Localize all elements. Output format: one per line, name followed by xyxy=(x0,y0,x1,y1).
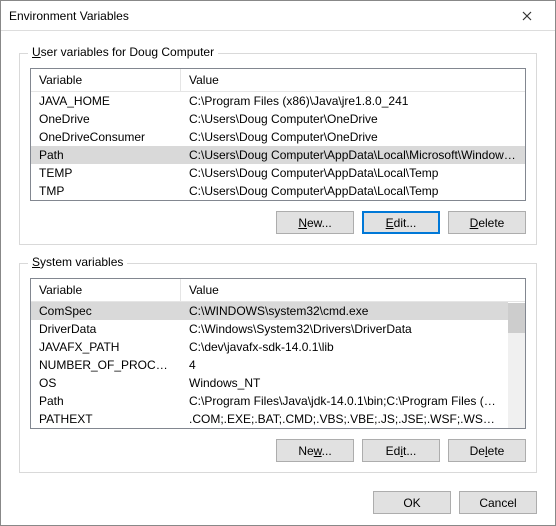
table-row[interactable]: OneDriveConsumerC:\Users\Doug Computer\O… xyxy=(31,128,525,146)
cell-variable: JAVAFX_PATH xyxy=(31,340,181,354)
user-new-button[interactable]: New... xyxy=(276,211,354,234)
cell-variable: DriverData xyxy=(31,322,181,336)
cell-value: C:\Windows\System32\Drivers\DriverData xyxy=(181,322,508,336)
table-row[interactable]: TMPC:\Users\Doug Computer\AppData\Local\… xyxy=(31,182,525,200)
scrollbar-thumb[interactable] xyxy=(508,303,525,333)
system-group-label: System variables xyxy=(28,255,127,269)
table-row[interactable]: OSWindows_NT xyxy=(31,374,508,392)
title-bar: Environment Variables xyxy=(1,1,555,31)
cell-value: C:\Users\Doug Computer\OneDrive xyxy=(181,112,525,126)
cell-value: C:\Users\Doug Computer\AppData\Local\Mic… xyxy=(181,148,525,162)
cell-value: C:\Program Files (x86)\Java\jre1.8.0_241 xyxy=(181,94,525,108)
cell-variable: OneDriveConsumer xyxy=(31,130,181,144)
table-row[interactable]: ComSpecC:\WINDOWS\system32\cmd.exe xyxy=(31,302,508,320)
column-variable[interactable]: Variable xyxy=(31,69,181,91)
cell-variable: JAVA_HOME xyxy=(31,94,181,108)
system-edit-button[interactable]: Edit... xyxy=(362,439,440,462)
cell-variable: NUMBER_OF_PROCESSORS xyxy=(31,358,181,372)
table-row[interactable]: PathC:\Users\Doug Computer\AppData\Local… xyxy=(31,146,525,164)
user-variables-list[interactable]: Variable Value JAVA_HOMEC:\Program Files… xyxy=(30,68,526,201)
cell-variable: TEMP xyxy=(31,166,181,180)
user-edit-button[interactable]: Edit... xyxy=(362,211,440,234)
system-variables-group: System variables Variable Value ComSpecC… xyxy=(19,263,537,473)
table-row[interactable]: OneDriveC:\Users\Doug Computer\OneDrive xyxy=(31,110,525,128)
user-delete-button[interactable]: Delete xyxy=(448,211,526,234)
column-value[interactable]: Value xyxy=(181,69,525,91)
table-row[interactable]: TEMPC:\Users\Doug Computer\AppData\Local… xyxy=(31,164,525,182)
cell-variable: PATHEXT xyxy=(31,412,181,426)
cell-variable: OS xyxy=(31,376,181,390)
cell-variable: Path xyxy=(31,148,181,162)
window-title: Environment Variables xyxy=(9,9,507,23)
cell-value: Windows_NT xyxy=(181,376,508,390)
user-group-label: User variables for Doug Computer xyxy=(28,45,218,59)
list-header: Variable Value xyxy=(31,69,525,92)
cell-value: 4 xyxy=(181,358,508,372)
cell-variable: TMP xyxy=(31,184,181,198)
user-variables-group: User variables for Doug Computer Variabl… xyxy=(19,53,537,245)
cell-value: C:\dev\javafx-sdk-14.0.1\lib xyxy=(181,340,508,354)
scrollbar-track[interactable] xyxy=(508,303,525,428)
system-delete-button[interactable]: Delete xyxy=(448,439,526,462)
table-row[interactable]: JAVAFX_PATHC:\dev\javafx-sdk-14.0.1\lib xyxy=(31,338,508,356)
cell-value: C:\Users\Doug Computer\AppData\Local\Tem… xyxy=(181,184,525,198)
cancel-button[interactable]: Cancel xyxy=(459,491,537,514)
close-button[interactable] xyxy=(507,2,547,30)
column-variable[interactable]: Variable xyxy=(31,279,181,301)
cell-value: C:\Program Files\Java\jdk-14.0.1\bin;C:\… xyxy=(181,394,508,408)
close-icon xyxy=(522,11,532,21)
cell-value: C:\Users\Doug Computer\OneDrive xyxy=(181,130,525,144)
table-row[interactable]: JAVA_HOMEC:\Program Files (x86)\Java\jre… xyxy=(31,92,525,110)
cell-value: .COM;.EXE;.BAT;.CMD;.VBS;.VBE;.JS;.JSE;.… xyxy=(181,412,508,426)
ok-button[interactable]: OK xyxy=(373,491,451,514)
table-row[interactable]: PATHEXT.COM;.EXE;.BAT;.CMD;.VBS;.VBE;.JS… xyxy=(31,410,508,428)
cell-value: C:\Users\Doug Computer\AppData\Local\Tem… xyxy=(181,166,525,180)
system-variables-list[interactable]: Variable Value ComSpecC:\WINDOWS\system3… xyxy=(30,278,526,429)
table-row[interactable]: NUMBER_OF_PROCESSORS4 xyxy=(31,356,508,374)
cell-variable: Path xyxy=(31,394,181,408)
cell-variable: OneDrive xyxy=(31,112,181,126)
system-new-button[interactable]: New... xyxy=(276,439,354,462)
list-header: Variable Value xyxy=(31,279,525,302)
column-value[interactable]: Value xyxy=(181,279,525,301)
table-row[interactable]: DriverDataC:\Windows\System32\Drivers\Dr… xyxy=(31,320,508,338)
cell-variable: ComSpec xyxy=(31,304,181,318)
table-row[interactable]: PathC:\Program Files\Java\jdk-14.0.1\bin… xyxy=(31,392,508,410)
cell-value: C:\WINDOWS\system32\cmd.exe xyxy=(181,304,508,318)
